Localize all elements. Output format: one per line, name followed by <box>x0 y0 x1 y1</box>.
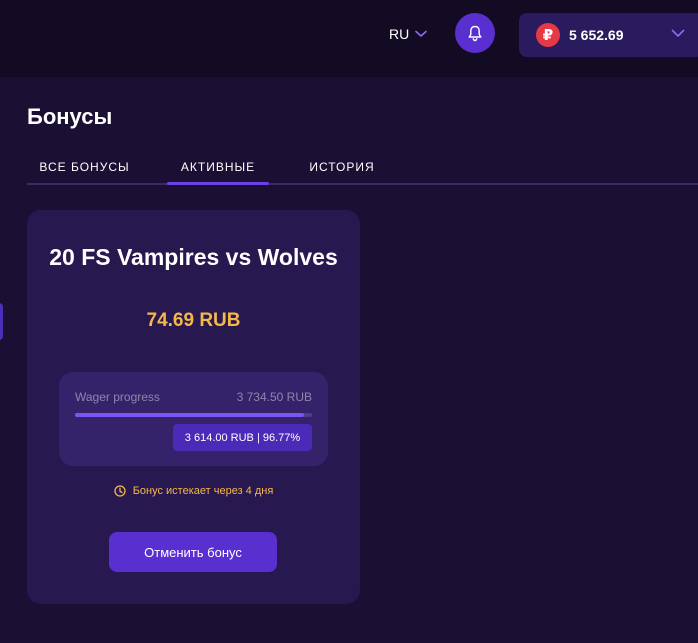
tabs-divider <box>27 183 698 185</box>
cancel-bonus-button[interactable]: Отменить бонус <box>109 532 277 572</box>
balance-amount: 5 652.69 <box>569 27 624 43</box>
wager-progress-panel: Wager progress 3 734.50 RUB 3 614.00 RUB… <box>59 372 328 466</box>
bonus-amount: 74.69 RUB <box>146 310 241 331</box>
ruble-icon: ₽ <box>536 23 560 47</box>
side-panel-toggle[interactable] <box>0 303 3 340</box>
wager-total: 3 734.50 RUB <box>236 390 312 404</box>
expiry-notice: Бонус истекает через 4 дня <box>27 485 360 497</box>
chevron-down-icon <box>671 29 685 37</box>
tab-history[interactable]: ИСТОРИЯ <box>292 150 392 183</box>
wager-progress-bar <box>75 413 312 417</box>
tab-active[interactable]: АКТИВНЫЕ <box>167 150 269 183</box>
notifications-button[interactable] <box>455 13 495 53</box>
language-label: RU <box>389 26 410 42</box>
bonus-title: 20 FS Vampires vs Wolves <box>49 244 338 270</box>
page-title: Бонусы <box>27 104 113 129</box>
tab-all-bonuses[interactable]: ВСЕ БОНУСЫ <box>27 150 142 183</box>
wager-progress-fill <box>75 413 305 417</box>
chevron-down-icon <box>415 30 428 37</box>
expiry-text: Бонус истекает через 4 дня <box>132 485 274 497</box>
wager-progress-value: 3 614.00 RUB | 96.77% <box>173 424 312 451</box>
bonus-tabs: ВСЕ БОНУСЫ АКТИВНЫЕ ИСТОРИЯ <box>27 150 698 186</box>
wager-label: Wager progress <box>75 390 160 404</box>
balance-dropdown[interactable]: ₽ 5 652.69 <box>519 13 698 57</box>
top-bar: RU ₽ 5 652.69 <box>0 0 698 77</box>
bonus-card: 20 FS Vampires vs Wolves 74.69 RUB Wager… <box>27 210 360 604</box>
clock-icon <box>114 485 126 497</box>
language-selector[interactable]: RU <box>389 24 428 44</box>
active-tab-indicator <box>167 182 269 185</box>
bell-icon <box>468 25 482 41</box>
